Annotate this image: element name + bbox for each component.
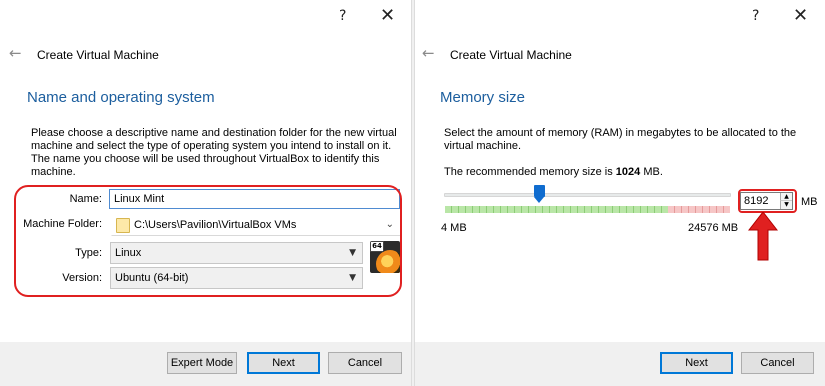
help-icon[interactable]: ? — [752, 8, 759, 24]
button-bar: Next Cancel — [415, 342, 825, 386]
slider-min-label: 4 MB — [441, 222, 467, 234]
help-icon[interactable]: ? — [339, 8, 346, 24]
back-arrow-icon[interactable]: ← — [422, 44, 435, 62]
next-button[interactable]: Next — [247, 352, 320, 374]
memory-value-highlight-outline — [738, 189, 797, 213]
close-icon[interactable]: ✕ — [380, 5, 395, 26]
recommended-memory-value: 1024 — [615, 166, 641, 178]
description-text: Please choose a descriptive name and des… — [31, 127, 397, 178]
slider-max-label: 24576 MB — [688, 222, 739, 234]
description-text: Select the amount of memory (RAM) in meg… — [444, 127, 797, 152]
next-button[interactable]: Next — [660, 352, 733, 374]
form-highlight-outline — [14, 185, 402, 297]
wizard-title: Create Virtual Machine — [450, 48, 572, 62]
button-bar: Expert Mode Next Cancel — [0, 342, 413, 386]
section-title: Name and operating system — [27, 89, 215, 106]
back-arrow-icon[interactable]: ← — [9, 44, 22, 62]
recommended-memory-text: The recommended memory size is 1024 MB. — [444, 166, 663, 178]
wizard-title: Create Virtual Machine — [37, 48, 159, 62]
create-vm-dialog-name-os: ? ✕ ← Create Virtual Machine Name and op… — [0, 0, 413, 386]
slider-scale-recommended — [445, 206, 668, 213]
cancel-button[interactable]: Cancel — [328, 352, 402, 374]
cancel-button[interactable]: Cancel — [741, 352, 814, 374]
memory-unit-label: MB — [801, 196, 818, 208]
close-icon[interactable]: ✕ — [793, 5, 808, 26]
annotation-arrow-icon — [748, 212, 778, 261]
section-title: Memory size — [440, 89, 526, 106]
expert-mode-button[interactable]: Expert Mode — [167, 352, 237, 374]
slider-thumb[interactable] — [534, 185, 546, 203]
slider-track — [444, 193, 731, 197]
slider-scale-excess — [668, 206, 730, 213]
